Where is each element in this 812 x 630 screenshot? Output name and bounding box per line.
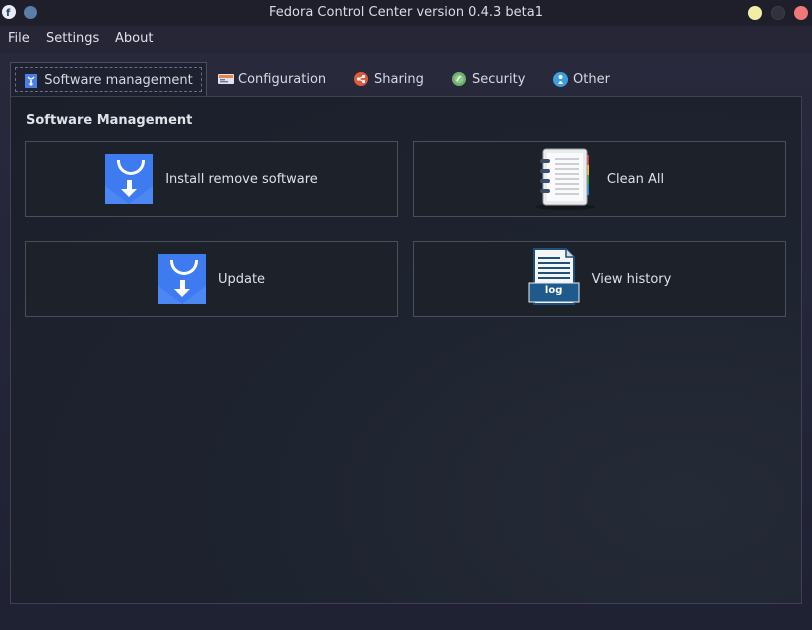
title-bar: f Fedora Control Center version 0.4.3 be… [0,0,812,26]
sharing-icon [354,72,368,86]
tab-label: Sharing [374,71,424,87]
download-icon [157,254,206,304]
maximize-button[interactable] [771,6,785,20]
clean-all-button[interactable]: Clean All [413,141,786,217]
focus-rect [15,67,202,92]
log-file-icon: log [528,248,580,310]
log-icon-text: log [544,285,563,296]
minimize-button[interactable] [748,6,762,20]
tab-software-management[interactable]: Software management [10,62,207,98]
section-title: Software Management [26,113,193,128]
menu-settings[interactable]: Settings [46,31,99,46]
tab-label: Security [472,71,526,87]
update-label: Update [217,271,266,287]
tab-security[interactable]: Security [452,62,525,96]
software-management-panel: Software Management Install remove softw… [10,96,802,604]
configuration-icon [218,72,234,86]
other-icon [553,72,568,87]
download-icon [105,154,154,204]
tab-label: Other [573,71,610,87]
menu-bar: File Settings About [0,26,812,53]
window-title: Fedora Control Center version 0.4.3 beta… [269,5,543,20]
clean-all-label: Clean All [606,171,665,187]
install-remove-software-button[interactable]: Install remove software [25,141,398,217]
tab-label: Configuration [238,71,327,87]
menu-about[interactable]: About [115,31,153,46]
tab-other[interactable]: Other [553,62,610,96]
notebook-icon [534,147,595,211]
tab-configuration[interactable]: Configuration [218,62,326,96]
security-icon [452,72,466,86]
view-history-label: View history [591,271,672,287]
view-history-button[interactable]: log View history [413,241,786,317]
close-button[interactable] [794,6,808,20]
update-button[interactable]: Update [25,241,398,317]
menu-file[interactable]: File [8,31,30,46]
install-remove-software-label: Install remove software [165,171,318,187]
tab-sharing[interactable]: Sharing [354,62,424,96]
